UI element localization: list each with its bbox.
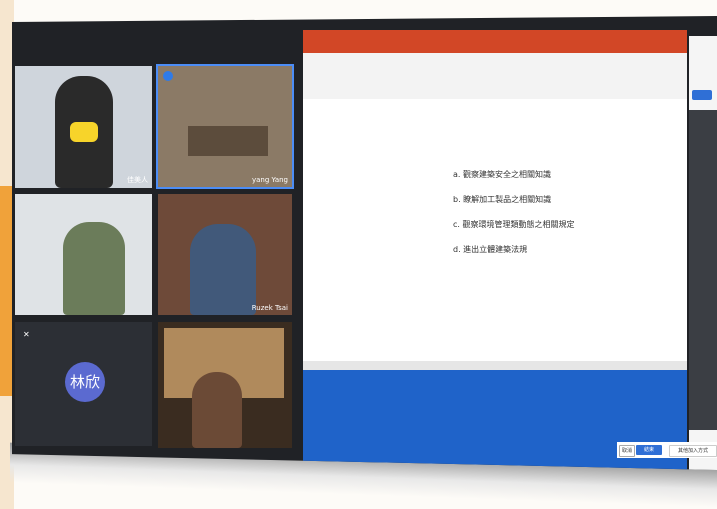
avatar: 林欣 xyxy=(65,362,105,402)
participant-tile-3[interactable] xyxy=(15,194,152,315)
side-panel xyxy=(689,36,717,470)
participant-video xyxy=(63,222,125,315)
slide-bullet: a. 觀察建築安全之相關知識 xyxy=(453,170,551,179)
pin-icon[interactable] xyxy=(163,71,173,81)
participant-video xyxy=(192,372,242,448)
participant-tile-6[interactable] xyxy=(158,322,292,448)
ppt-ribbon-tabs xyxy=(303,43,687,53)
participant-name: yang Yang xyxy=(251,176,288,184)
slide-bullet: c. 觀察環境管理類動態之相關規定 xyxy=(453,220,575,229)
participant-name: Ruzek Tsai xyxy=(251,304,288,312)
end-button[interactable]: 結束 xyxy=(636,445,662,455)
panel-button[interactable] xyxy=(692,90,712,100)
cancel-button[interactable]: 取消 xyxy=(619,445,635,457)
conference-table xyxy=(188,126,268,156)
slide-bullet: d. 進出立體建築法規 xyxy=(453,245,528,254)
mic-off-icon: ✕ xyxy=(23,330,30,339)
participant-video xyxy=(190,224,256,315)
slide-canvas: a. 觀察建築安全之相關知識 b. 瞭解加工製品之相關知識 c. 觀察環境管理類… xyxy=(303,99,687,361)
join-options-bar: 取消 結束 其他加入方式 xyxy=(617,442,717,458)
participant-name: 佳美人 xyxy=(127,176,148,184)
participant-tile-2[interactable]: yang Yang xyxy=(156,64,294,189)
shared-presentation-window: a. 觀察建築安全之相關知識 b. 瞭解加工製品之相關知識 c. 觀察環境管理類… xyxy=(303,30,687,470)
participant-tile-4[interactable]: Ruzek Tsai xyxy=(158,194,292,315)
decorative-orange-bar xyxy=(0,186,12,396)
ppt-status-bar xyxy=(303,361,687,370)
participant-tile-5[interactable]: ✕ 林欣 xyxy=(15,322,152,446)
slide-bullet: b. 瞭解加工製品之相關知識 xyxy=(453,195,552,204)
mask xyxy=(70,122,98,142)
participant-tile-1[interactable]: 佳美人 xyxy=(15,66,152,188)
other-join-link[interactable]: 其他加入方式 xyxy=(669,445,717,457)
ppt-ribbon xyxy=(303,53,687,100)
panel-content xyxy=(689,110,717,430)
ppt-title-bar xyxy=(303,30,687,43)
video-call-screen: 佳美人 yang Yang Ruzek Tsai ✕ 林欣 a. 觀察建築安全之… xyxy=(12,16,717,470)
